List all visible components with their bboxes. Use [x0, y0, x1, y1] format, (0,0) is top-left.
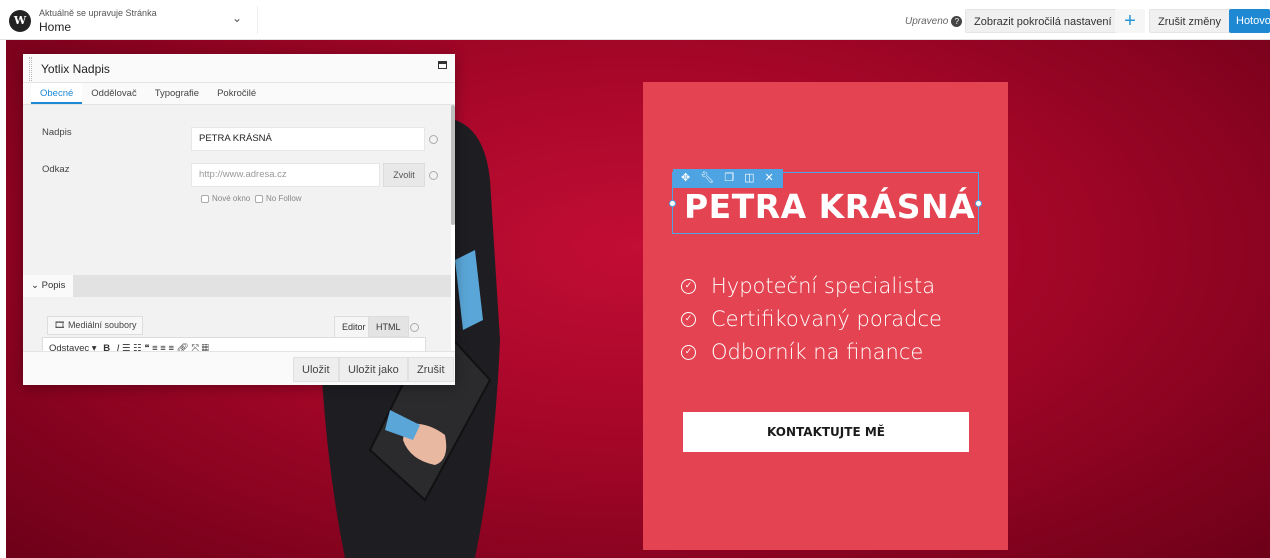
heading-settings-panel: Yotlix Nadpis Obecné Oddělovač Typografi…	[23, 54, 455, 385]
cancel-button[interactable]: Zrušit	[408, 357, 454, 382]
panel-title: Yotlix Nadpis	[41, 62, 110, 76]
editing-label: Aktuálně se upravuje Stránka	[39, 8, 157, 18]
new-window-label: Nové okno	[212, 194, 251, 203]
media-icon: 🎞︎	[54, 320, 68, 330]
feature-text: Hypoteční specialista	[711, 274, 936, 298]
move-icon[interactable]: ✥	[681, 169, 690, 188]
format-select-value: Odstavec	[49, 343, 90, 351]
saved-status: Upraveno?	[905, 16, 963, 27]
blockquote-icon[interactable]: ❝	[144, 343, 152, 351]
media-files-button[interactable]: 🎞︎ Mediální soubory	[47, 316, 144, 335]
description-section-label: Popis	[41, 280, 66, 291]
italic-icon[interactable]: I	[117, 343, 120, 351]
choose-link-button[interactable]: Zvolit	[383, 163, 425, 187]
tab-separator[interactable]: Oddělovač	[82, 83, 145, 104]
done-button[interactable]: Hotovo	[1229, 9, 1270, 33]
panel-footer: Uložit Uložit jako Zrušit	[23, 351, 455, 385]
description-section-header[interactable]: ⌄ Popis	[23, 275, 451, 297]
panel-tabs: Obecné Oddělovač Typografie Pokročilé	[23, 83, 455, 105]
save-as-button[interactable]: Uložit jako	[339, 357, 408, 382]
gear-icon[interactable]	[429, 135, 438, 144]
tab-typography[interactable]: Typografie	[146, 83, 208, 104]
format-select[interactable]: Odstavec ▾	[49, 343, 97, 351]
chevron-down-icon: ⌄	[31, 280, 42, 291]
bold-icon[interactable]: B	[103, 343, 110, 351]
drag-handle-icon[interactable]	[29, 57, 32, 81]
checkbox-box[interactable]	[201, 194, 209, 203]
feature-item: ✓ Odborník na finance	[681, 336, 942, 369]
gear-icon[interactable]	[410, 323, 419, 332]
link-icon[interactable]: 🔗︎	[177, 343, 192, 351]
bullet-list-icon[interactable]: ☰	[122, 343, 133, 351]
save-button[interactable]: Uložit	[293, 357, 339, 382]
feature-item: ✓ Hypoteční specialista	[681, 270, 942, 303]
description-section-tab[interactable]: ⌄ Popis	[23, 275, 74, 297]
saved-status-text: Upraveno	[905, 16, 949, 27]
tab-advanced[interactable]: Pokročilé	[208, 83, 265, 104]
contact-button[interactable]: KONTAKTUJTE MĚ	[683, 412, 969, 452]
help-icon[interactable]: ?	[951, 16, 963, 27]
numbered-list-icon[interactable]: ☷	[133, 343, 144, 351]
canvas-edge	[0, 40, 6, 558]
new-window-checkbox[interactable]: Nové okno	[201, 194, 250, 203]
columns-icon[interactable]: ◫	[744, 169, 754, 188]
heading-input[interactable]: PETRA KRÁSNÁ	[191, 127, 425, 151]
fullscreen-icon[interactable]: ⤧	[191, 343, 201, 351]
link-field-label: Odkaz	[42, 164, 70, 175]
media-button-label: Mediální soubory	[67, 320, 137, 330]
chevron-down-icon[interactable]: ⌄	[232, 11, 242, 25]
feature-item: ✓ Certifikovaný poradce	[681, 303, 942, 336]
check-circle-icon: ✓	[681, 312, 696, 327]
gear-icon[interactable]	[429, 171, 438, 180]
nofollow-checkbox[interactable]: No Follow	[255, 194, 302, 203]
toolbar-toggle-icon[interactable]: ▦	[202, 343, 209, 351]
show-advanced-button[interactable]: Zobrazit pokročilá nastavení	[965, 9, 1121, 33]
add-element-button[interactable]: +	[1115, 9, 1145, 33]
check-circle-icon: ✓	[681, 279, 696, 294]
tab-general[interactable]: Obecné	[31, 83, 83, 104]
page-name[interactable]: Home	[39, 20, 71, 34]
align-right-icon[interactable]: ≡	[168, 343, 176, 351]
panel-body: Nadpis PETRA KRÁSNÁ Odkaz http://www.adr…	[23, 105, 451, 351]
hero-card: ✥ 🔧︎ ❐ ◫ ✕ PETRA KRÁSNÁ ✓ Hypoteční speci…	[643, 82, 1008, 550]
resize-handle-right[interactable]	[975, 200, 982, 207]
topbar-divider	[257, 6, 258, 34]
resize-handle-left[interactable]	[669, 200, 676, 207]
element-toolbar: ✥ 🔧︎ ❐ ◫ ✕	[673, 169, 783, 188]
duplicate-icon[interactable]: ❐	[724, 169, 734, 188]
builder-logo-icon[interactable]: W	[9, 10, 31, 32]
feature-text: Certifikovaný poradce	[711, 307, 942, 331]
minimize-icon[interactable]	[438, 61, 447, 69]
link-input[interactable]: http://www.adresa.cz	[191, 163, 380, 187]
close-icon[interactable]: ✕	[764, 169, 773, 188]
wysiwyg-toolbar: Odstavec ▾ B I ☰ ☷ ❝ ≡ ≡ ≡ 🔗︎ ⤧ ▦	[42, 337, 426, 351]
panel-header[interactable]: Yotlix Nadpis	[23, 54, 455, 83]
heading-field-label: Nadpis	[42, 127, 72, 138]
feature-list: ✓ Hypoteční specialista ✓ Certifikovaný po…	[681, 270, 942, 369]
panel-scrollbar[interactable]	[451, 105, 455, 225]
discard-changes-button[interactable]: Zrušit změny	[1149, 9, 1230, 33]
hero-headline[interactable]: PETRA KRÁSNÁ	[684, 187, 975, 226]
feature-text: Odborník na finance	[711, 340, 924, 364]
checkbox-box[interactable]	[255, 194, 263, 203]
editor-html-tab[interactable]: HTML	[368, 316, 409, 337]
nofollow-label: No Follow	[266, 194, 302, 203]
wrench-icon[interactable]: 🔧︎	[700, 169, 714, 188]
check-circle-icon: ✓	[681, 345, 696, 360]
builder-topbar: W Aktuálně se upravuje Stránka Home ⌄ Up…	[0, 0, 1270, 40]
